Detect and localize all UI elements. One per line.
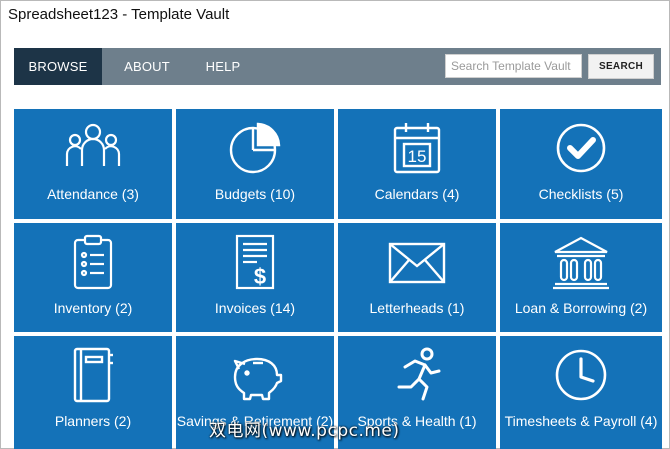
tile-planners[interactable]: Planners (2) [14,336,172,449]
bank-icon [500,233,662,291]
nav-about[interactable]: ABOUT [112,48,182,85]
clipboard-list-icon [14,233,172,291]
watermark-text: 双电网(www.pcpc.me) [209,421,400,441]
envelope-icon [338,233,496,291]
search-button[interactable]: SEARCH [588,54,654,79]
tile-budgets[interactable]: Budgets (10) [176,109,334,219]
page-title: Spreadsheet123 - Template Vault [8,6,230,23]
nav-help[interactable]: HELP [194,48,252,85]
tile-label: Planners (2) [54,413,132,429]
invoice-dollar-icon: $ [176,233,334,291]
tile-letterheads[interactable]: Letterheads (1) [338,223,496,332]
tile-inventory[interactable]: Inventory (2) [14,223,172,332]
tile-label: Inventory (2) [53,300,133,316]
tile-label: Letterheads (1) [369,300,465,316]
tile-invoices[interactable]: $ Invoices (14) [176,223,334,332]
clock-icon [500,346,662,404]
planner-book-icon [14,346,172,404]
tile-label: Loan & Borrowing (2) [514,300,648,316]
svg-text:$: $ [254,264,266,289]
tile-loan-borrowing[interactable]: Loan & Borrowing (2) [500,223,662,332]
tile-attendance[interactable]: Attendance (3) [14,109,172,219]
tile-label: Invoices (14) [214,300,296,316]
pie-chart-icon [176,119,334,177]
search-input[interactable] [445,54,582,78]
tile-label: Timesheets & Payroll (4) [504,413,658,429]
tile-timesheets-payroll[interactable]: Timesheets & Payroll (4) [500,336,662,449]
tile-label: Budgets (10) [214,186,296,202]
tile-checklists[interactable]: Checklists (5) [500,109,662,219]
app-window: Spreadsheet123 - Template Vault BROWSE A… [0,0,670,449]
runner-icon [338,346,496,404]
category-grid: Attendance (3) Budgets (10) 15 Calendars… [14,109,662,449]
people-group-icon [14,119,172,177]
top-navbar: BROWSE ABOUT HELP SEARCH [14,48,661,85]
tile-label: Attendance (3) [47,186,139,202]
svg-text:15: 15 [408,147,427,166]
calendar-icon: 15 [338,119,496,177]
piggy-bank-icon [176,346,334,404]
checkmark-circle-icon [500,119,662,177]
tile-label: Calendars (4) [374,186,460,202]
tile-label: Checklists (5) [538,186,624,202]
nav-browse[interactable]: BROWSE [14,48,102,85]
tile-calendars[interactable]: 15 Calendars (4) [338,109,496,219]
